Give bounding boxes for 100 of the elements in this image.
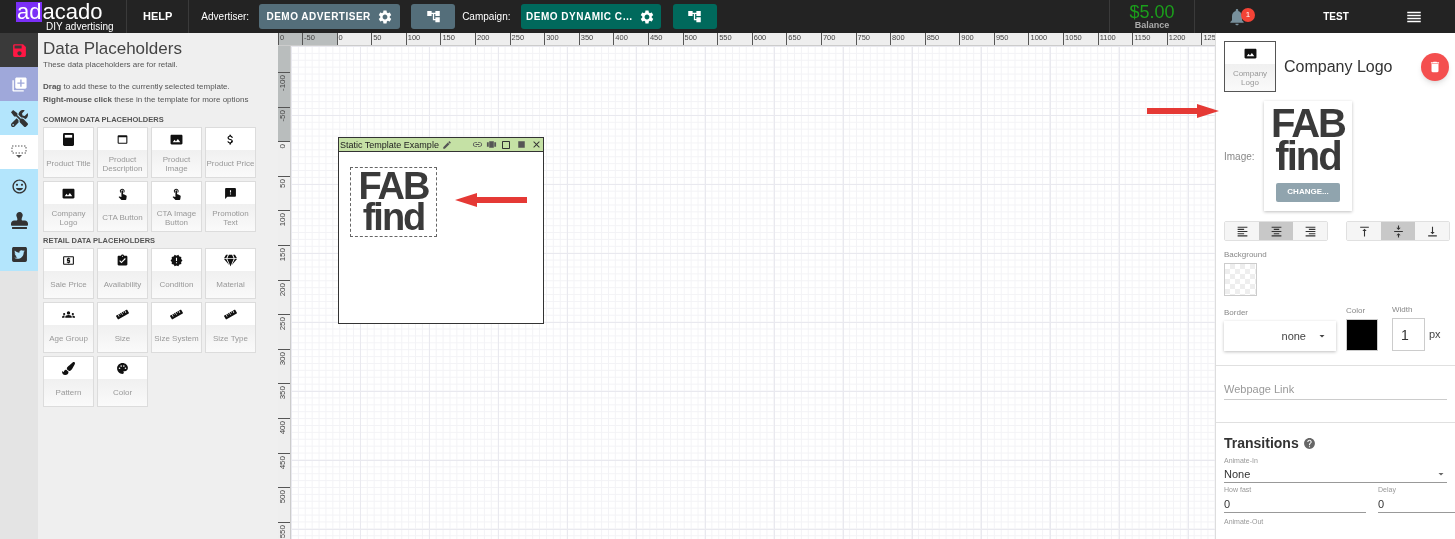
placeholder-tile[interactable]: Company Logo	[43, 181, 94, 232]
bell-icon[interactable]	[1227, 6, 1247, 27]
align-button[interactable]	[1381, 222, 1415, 240]
ruler-label: 150	[278, 247, 288, 262]
hierarchy-icon	[425, 9, 441, 24]
carousel-icon[interactable]	[486, 139, 497, 150]
tree-button[interactable]	[672, 4, 717, 29]
align-left-icon	[1235, 224, 1249, 238]
ruler-label: 550	[278, 524, 288, 539]
instruction-text: Drag to add these to the currently selected template.	[43, 81, 231, 93]
background-label: Background	[1223, 249, 1268, 261]
image-label: Image:	[1224, 149, 1256, 164]
placeholder-tile[interactable]: Size	[97, 302, 148, 353]
placeholder-tile[interactable]: Age Group	[43, 302, 94, 353]
number-field[interactable]: 0	[1224, 495, 1366, 513]
animate-in-select[interactable]: None	[1224, 466, 1447, 483]
align-right-icon	[1303, 224, 1317, 238]
help-link[interactable]: HELP	[127, 8, 189, 25]
background-swatch[interactable]	[1224, 263, 1257, 296]
align-button[interactable]	[1259, 222, 1293, 240]
image-icon	[1243, 46, 1257, 60]
balance-amount: $5.00	[1129, 3, 1175, 21]
width-input[interactable]: 1	[1392, 318, 1425, 351]
element-title: Company Logo	[1284, 56, 1393, 77]
badge-alert-icon	[170, 253, 183, 267]
placeholder-tile[interactable]: Promotion Text	[205, 181, 256, 232]
brush-icon	[62, 361, 75, 375]
balance-label: Balance	[1134, 20, 1170, 30]
tap-icon	[170, 186, 183, 200]
placeholder-tile[interactable]: Pattern	[43, 356, 94, 407]
width-label: Width	[1392, 304, 1414, 316]
square-outline-icon[interactable]	[500, 138, 512, 151]
square-filled-icon[interactable]	[515, 138, 528, 151]
tree-button[interactable]	[411, 4, 456, 29]
window-icon	[116, 132, 129, 146]
ruler-label: -100	[278, 75, 288, 91]
ruler-label: 0	[278, 144, 288, 149]
placeholder-tile[interactable]: Sale Price	[43, 248, 94, 299]
align-button[interactable]	[1225, 222, 1259, 240]
pencil-icon[interactable]	[441, 139, 452, 150]
sidebar-tab[interactable]	[0, 237, 38, 271]
close-icon[interactable]	[531, 139, 542, 150]
add-stack-icon	[10, 75, 28, 93]
hierarchy-icon	[687, 9, 702, 24]
align-button[interactable]	[1347, 222, 1381, 240]
clipboard-check-icon	[116, 253, 129, 267]
placeholder-tile[interactable]: CTA Button	[97, 181, 148, 232]
number-field[interactable]: 0	[1378, 495, 1455, 513]
ruler-label: 350	[278, 386, 288, 400]
stamp-icon	[10, 211, 28, 229]
placeholder-tile[interactable]: Product Title	[43, 127, 94, 178]
delete-icon	[1428, 59, 1442, 74]
placeholder-tile[interactable]: Color	[97, 356, 148, 407]
advertiser-label: Advertiser:	[201, 10, 250, 24]
app-logo[interactable]: adacado	[16, 1, 126, 22]
align-center-icon	[1269, 224, 1283, 238]
sidebar-tab[interactable]	[0, 169, 38, 203]
placeholder-icon	[11, 145, 27, 159]
sidebar-tab[interactable]	[0, 101, 38, 135]
color-swatch[interactable]	[1346, 319, 1378, 351]
transitions-heading: Transitions	[1224, 434, 1299, 453]
placeholder-tile[interactable]: Size Type	[205, 302, 256, 353]
ruler-label: 50	[278, 178, 288, 188]
webpage-link-field[interactable]: Webpage Link	[1224, 378, 1447, 400]
advertiser-button[interactable]: DEMO ADVERTISER	[259, 4, 401, 29]
align-middle-icon	[1391, 224, 1405, 238]
template-frame[interactable]: Static Template Example FAB find	[338, 137, 544, 324]
campaign-button[interactable]: DEMO DYNAMIC C…	[520, 4, 661, 29]
align-button[interactable]	[1293, 222, 1327, 240]
placeholder-tile[interactable]: Product Description	[97, 127, 148, 178]
placeholder-tile[interactable]: Condition	[151, 248, 202, 299]
panel-title: Data Placeholders	[43, 39, 183, 59]
placeholder-tile[interactable]: Product Price	[205, 127, 256, 178]
help-icon[interactable]	[1302, 437, 1316, 450]
placeholder-tile[interactable]: Product Image	[151, 127, 202, 178]
palette-icon	[116, 361, 129, 375]
element-tile: Company Logo	[1224, 41, 1276, 92]
image-icon	[170, 132, 183, 146]
placeholder-tile[interactable]: CTA Image Button	[151, 181, 202, 232]
ruler-label: 250	[278, 317, 288, 331]
ruler-label: 300	[278, 351, 288, 366]
pointer-arrow	[455, 193, 527, 207]
align-button[interactable]	[1415, 222, 1449, 240]
border-select[interactable]: none	[1224, 321, 1336, 351]
align-top-icon	[1357, 224, 1371, 238]
placeholder-tile[interactable]: Availability	[97, 248, 148, 299]
design-canvas[interactable]: Static Template Example FAB find	[291, 46, 1215, 539]
link-icon[interactable]	[472, 139, 483, 150]
placeholder-tile[interactable]: Size System	[151, 302, 202, 353]
change-button[interactable]: CHANGE...	[1276, 182, 1340, 202]
tap-icon	[116, 186, 129, 200]
ruler-label: -50	[278, 109, 288, 122]
delete-button[interactable]	[1421, 52, 1449, 81]
placeholder-tile[interactable]: Material	[205, 248, 256, 299]
ruler-icon	[224, 307, 237, 321]
settings-icon	[376, 8, 393, 25]
ruler-label: 500	[278, 490, 288, 504]
user-name[interactable]: TEST	[1279, 9, 1393, 24]
ruler-icon	[170, 307, 183, 321]
color-label: Color	[1346, 305, 1367, 317]
